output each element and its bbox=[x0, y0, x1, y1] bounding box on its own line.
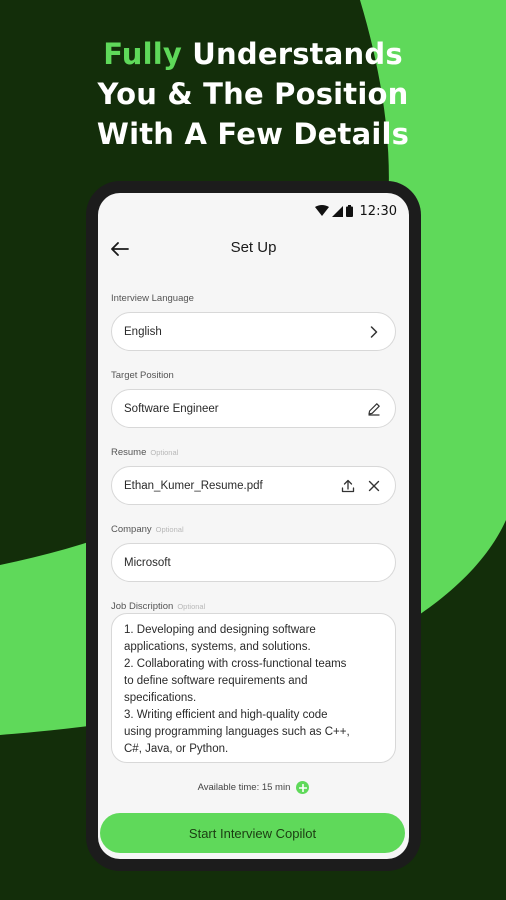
signal-icon bbox=[331, 205, 343, 217]
job-line: 2. Collaborating with cross-functional t… bbox=[124, 658, 347, 670]
resume-label-text: Resume bbox=[111, 447, 147, 458]
resume-value: Ethan_Kumer_Resume.pdf bbox=[124, 479, 263, 492]
plus-icon bbox=[298, 783, 307, 792]
position-input[interactable]: Software Engineer bbox=[111, 389, 396, 428]
resume-field[interactable]: Ethan_Kumer_Resume.pdf bbox=[111, 466, 396, 505]
add-time-button[interactable] bbox=[296, 781, 310, 794]
job-line: to define software requirements and bbox=[124, 675, 308, 687]
language-label: Interview Language bbox=[111, 293, 194, 304]
status-bar: 12:30 bbox=[314, 203, 397, 219]
headline-line3: With A Few Details bbox=[96, 117, 410, 151]
position-value: Software Engineer bbox=[124, 402, 219, 415]
job-line: using programming languages such as C++, bbox=[124, 726, 350, 738]
upload-icon[interactable] bbox=[339, 477, 357, 495]
headline: Fully Understands You & The Position Wit… bbox=[0, 34, 506, 154]
job-optional: Optional bbox=[177, 602, 206, 611]
language-value: English bbox=[124, 325, 162, 338]
resume-label: Resume Optional bbox=[111, 447, 178, 458]
page-title: Set Up bbox=[230, 239, 277, 256]
job-line: applications, systems, and solutions. bbox=[124, 641, 311, 653]
phone-frame: 12:30 Set Up Interview Language English … bbox=[86, 181, 421, 871]
resume-optional: Optional bbox=[150, 448, 179, 457]
headline-accent: Fully bbox=[103, 37, 182, 71]
phone-screen: 12:30 Set Up Interview Language English … bbox=[98, 193, 409, 859]
headline-line2: You & The Position bbox=[97, 77, 409, 111]
wifi-icon bbox=[314, 205, 329, 216]
company-label: Company Optional bbox=[111, 524, 184, 535]
company-value: Microsoft bbox=[124, 556, 171, 569]
pencil-icon[interactable] bbox=[365, 400, 383, 418]
battery-icon bbox=[345, 205, 353, 217]
language-select[interactable]: English bbox=[111, 312, 396, 351]
available-time: Available time: 15 min bbox=[98, 781, 409, 794]
available-time-text: Available time: 15 min bbox=[197, 782, 291, 793]
top-bar: Set Up bbox=[98, 235, 409, 263]
chevron-right-icon bbox=[365, 323, 383, 341]
position-label: Target Position bbox=[111, 370, 174, 381]
start-interview-button[interactable]: Start Interview Copilot bbox=[100, 813, 405, 853]
job-line: 3. Writing efficient and high-quality co… bbox=[124, 709, 328, 721]
job-line: 1. Developing and designing software bbox=[124, 624, 316, 636]
headline-line1: Understands bbox=[182, 37, 403, 71]
job-line: specifications. bbox=[124, 692, 197, 704]
job-label-text: Job Discription bbox=[111, 601, 174, 612]
company-optional: Optional bbox=[155, 525, 184, 534]
status-time: 12:30 bbox=[359, 203, 397, 219]
position-label-text: Target Position bbox=[111, 370, 174, 381]
job-description-textarea[interactable]: 1. Developing and designing software app… bbox=[111, 613, 396, 763]
language-label-text: Interview Language bbox=[111, 293, 194, 304]
company-label-text: Company bbox=[111, 524, 152, 535]
job-label: Job Discription Optional bbox=[111, 601, 205, 612]
close-icon[interactable] bbox=[365, 477, 383, 495]
company-input[interactable]: Microsoft bbox=[111, 543, 396, 582]
job-line: C#, Java, or Python. bbox=[124, 743, 229, 755]
